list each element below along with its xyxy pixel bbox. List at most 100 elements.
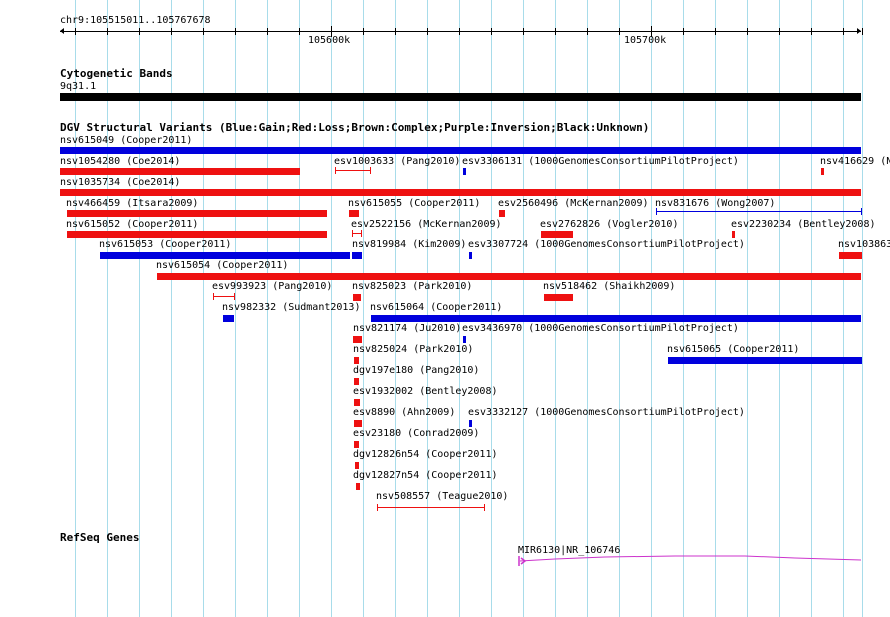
variant-feature[interactable] xyxy=(656,208,862,215)
variant-feature[interactable] xyxy=(354,357,359,364)
variant-feature[interactable] xyxy=(544,294,573,301)
ruler-minor-tick xyxy=(862,28,863,35)
variant-feature[interactable] xyxy=(355,462,359,469)
ruler-left-arrow xyxy=(60,28,64,34)
ruler-minor-tick xyxy=(235,28,236,35)
ruler-line xyxy=(60,31,861,32)
variant-label: nsv518462 (Shaikh2009) xyxy=(543,281,676,292)
ruler-minor-tick xyxy=(171,28,172,35)
variant-label: esv23180 (Conrad2009) xyxy=(353,428,480,439)
variant-label: esv2762826 (Vogler2010) xyxy=(540,219,679,230)
cytoband-bar[interactable] xyxy=(60,93,861,101)
variant-label: nsv615052 (Cooper2011) xyxy=(66,219,199,230)
variant-label: esv1932002 (Bentley2008) xyxy=(353,386,498,397)
variant-label: esv3436970 (1000GenomesConsortiumPilotPr… xyxy=(462,323,739,334)
ruler-minor-tick xyxy=(363,28,364,35)
ruler-minor-tick xyxy=(203,28,204,35)
variant-label: nsv466459 (Itsara2009) xyxy=(66,198,199,209)
variant-feature[interactable] xyxy=(213,293,235,300)
variant-feature[interactable] xyxy=(67,231,327,238)
ruler-right-arrow xyxy=(857,28,861,34)
variant-label: nsv615049 (Cooper2011) xyxy=(60,135,193,146)
ruler-minor-tick xyxy=(459,28,460,35)
variant-feature[interactable] xyxy=(469,420,472,427)
variant-label: nsv825023 (Park2010) xyxy=(352,281,473,292)
ruler-minor-tick xyxy=(139,28,140,35)
variant-feature[interactable] xyxy=(469,252,472,259)
variant-feature[interactable] xyxy=(335,167,371,174)
cytoband-track-title: Cytogenetic Bands xyxy=(60,67,173,80)
ruler-minor-tick xyxy=(107,28,108,35)
variant-feature[interactable] xyxy=(499,210,505,217)
region-label: chr9:105515011..105767678 xyxy=(60,15,211,26)
variant-feature[interactable] xyxy=(371,315,861,322)
variant-label: esv2230234 (Bentley2008) xyxy=(731,219,876,230)
variant-label: esv3306131 (1000GenomesConsortiumPilotPr… xyxy=(462,156,739,167)
variant-label: esv993923 (Pang2010) xyxy=(212,281,333,292)
ruler-minor-tick xyxy=(555,28,556,35)
ruler-minor-tick xyxy=(395,28,396,35)
variant-label: nsv615065 (Cooper2011) xyxy=(667,344,800,355)
variant-feature[interactable] xyxy=(223,315,234,322)
variant-feature[interactable] xyxy=(354,399,360,406)
cytoband-name: 9q31.1 xyxy=(60,81,97,92)
ruler-minor-tick xyxy=(843,28,844,35)
ruler-minor-tick xyxy=(267,28,268,35)
ruler-tick-label-105600k: 105600k xyxy=(308,35,351,46)
variant-label: dgv12827n54 (Cooper2011) xyxy=(353,470,498,481)
variant-feature[interactable] xyxy=(354,441,359,448)
variant-feature[interactable] xyxy=(354,420,362,427)
variant-feature[interactable] xyxy=(67,210,327,217)
variant-feature[interactable] xyxy=(668,357,862,364)
ruler-tick-label-105700k: 105700k xyxy=(624,35,667,46)
variant-label: nsv615053 (Cooper2011) xyxy=(99,239,232,250)
variant-feature[interactable] xyxy=(839,252,862,259)
variant-feature[interactable] xyxy=(353,294,361,301)
dgv-track-title: DGV Structural Variants (Blue:Gain;Red:L… xyxy=(60,121,650,134)
ruler-minor-tick xyxy=(491,28,492,35)
variant-label: esv3332127 (1000GenomesConsortiumPilotPr… xyxy=(468,407,745,418)
variant-feature[interactable] xyxy=(60,168,300,175)
variant-feature[interactable] xyxy=(60,147,861,154)
variant-label: dgv197e180 (Pang2010) xyxy=(353,365,480,376)
variant-label: nsv821174 (Ju2010) xyxy=(353,323,462,334)
variant-label: nsv615064 (Cooper2011) xyxy=(370,302,503,313)
variant-feature[interactable] xyxy=(463,168,466,175)
variant-label: nsv1035734 (Coe2014) xyxy=(60,177,181,188)
variant-feature[interactable] xyxy=(352,252,362,259)
variant-label: nsv615055 (Cooper2011) xyxy=(348,198,481,209)
variant-feature[interactable] xyxy=(354,378,359,385)
variant-feature[interactable] xyxy=(541,231,573,238)
gene-feature[interactable] xyxy=(515,552,865,568)
variant-label: nsv103863 xyxy=(838,239,890,250)
variant-feature[interactable] xyxy=(732,231,735,238)
variant-feature[interactable] xyxy=(60,189,861,196)
ruler-minor-tick xyxy=(523,28,524,35)
variant-label: esv8890 (Ahn2009) xyxy=(353,407,456,418)
variant-feature[interactable] xyxy=(377,504,485,511)
ruler-minor-tick xyxy=(779,28,780,35)
variant-label: nsv982332 (Sudmant2013) xyxy=(222,302,361,313)
variant-feature[interactable] xyxy=(353,336,362,343)
variant-label: nsv825024 (Park2010) xyxy=(353,344,474,355)
variant-label: nsv416629 (N xyxy=(820,156,890,167)
variant-feature[interactable] xyxy=(100,252,350,259)
variant-feature[interactable] xyxy=(463,336,466,343)
variant-feature[interactable] xyxy=(157,273,861,280)
variant-feature[interactable] xyxy=(356,483,360,490)
variant-label: esv3307724 (1000GenomesConsortiumPilotPr… xyxy=(468,239,745,250)
variant-feature[interactable] xyxy=(352,230,362,237)
variant-feature[interactable] xyxy=(349,210,359,217)
variant-label: nsv615054 (Cooper2011) xyxy=(156,260,289,271)
variant-label: nsv819984 (Kim2009) xyxy=(352,239,467,250)
ruler-minor-tick xyxy=(75,28,76,35)
variant-label: esv2560496 (McKernan2009) xyxy=(498,198,649,209)
ruler-minor-tick xyxy=(299,28,300,35)
variant-feature[interactable] xyxy=(821,168,824,175)
variant-label: dgv12826n54 (Cooper2011) xyxy=(353,449,498,460)
ruler-minor-tick xyxy=(619,28,620,35)
ruler-minor-tick xyxy=(747,28,748,35)
ruler-minor-tick xyxy=(715,28,716,35)
ruler-minor-tick xyxy=(587,28,588,35)
variant-label: nsv1054280 (Coe2014) xyxy=(60,156,181,167)
